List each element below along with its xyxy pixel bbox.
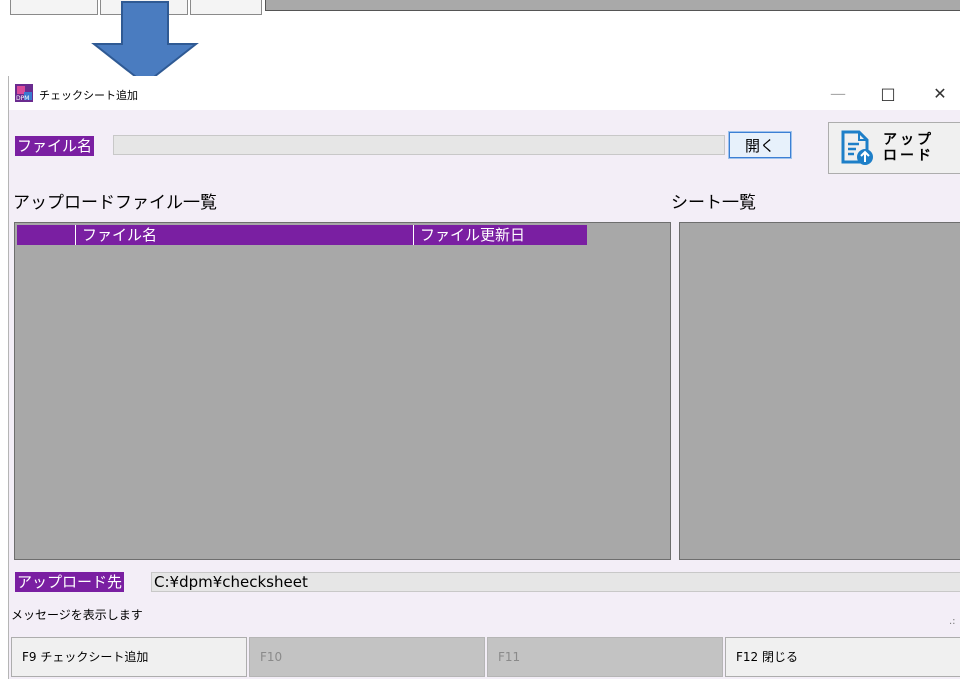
list-header: ファイル名 ファイル更新日	[17, 225, 587, 245]
window-title: チェックシート追加	[39, 89, 138, 102]
title-bar: DPM チェックシート追加 — □ ✕	[9, 76, 960, 110]
minimize-button[interactable]: —	[815, 76, 861, 110]
f10-button[interactable]: F10	[249, 637, 485, 677]
upload-destination-field[interactable]: C:¥dpm¥checksheet	[151, 572, 960, 592]
upload-file-list-title: アップロードファイル一覧	[13, 193, 217, 213]
upload-label-line1: アップ	[883, 132, 934, 148]
upload-file-list[interactable]: ファイル名 ファイル更新日	[14, 222, 671, 560]
app-icon: DPM	[15, 84, 33, 102]
file-name-input[interactable]	[113, 135, 725, 155]
column-header-file-name[interactable]: ファイル名	[75, 225, 412, 245]
check-sheet-add-window: DPM チェックシート追加 — □ ✕ ファイル名 開く アップ ロード アップ…	[8, 76, 960, 679]
document-upload-icon	[841, 130, 873, 165]
sheet-list-title: シート一覧	[671, 193, 756, 213]
f11-button[interactable]: F11	[487, 637, 723, 677]
open-button[interactable]: 開く	[728, 131, 792, 159]
background-tab	[10, 0, 98, 15]
upload-button[interactable]: アップ ロード	[828, 122, 960, 174]
status-message: メッセージを表示します	[11, 608, 143, 622]
function-key-bar: F9 チェックシート追加 F10 F11 F12 閉じる	[9, 633, 960, 679]
close-button[interactable]: ✕	[917, 76, 960, 110]
f12-close-button[interactable]: F12 閉じる	[725, 637, 960, 677]
upload-label-line2: ロード	[883, 148, 934, 164]
upload-destination-label: アップロード先	[15, 572, 125, 592]
column-header-select[interactable]	[17, 225, 81, 245]
sheet-list[interactable]	[679, 222, 960, 560]
file-name-label: ファイル名	[15, 136, 95, 156]
f9-add-checksheet-button[interactable]: F9 チェックシート追加	[11, 637, 247, 677]
resize-grip[interactable]: .:	[949, 616, 956, 627]
down-arrow-icon	[91, 1, 199, 86]
column-header-updated-date[interactable]: ファイル更新日	[413, 225, 580, 245]
maximize-button[interactable]: □	[865, 76, 911, 110]
svg-text:DPM: DPM	[16, 95, 29, 102]
background-bar	[265, 0, 960, 11]
